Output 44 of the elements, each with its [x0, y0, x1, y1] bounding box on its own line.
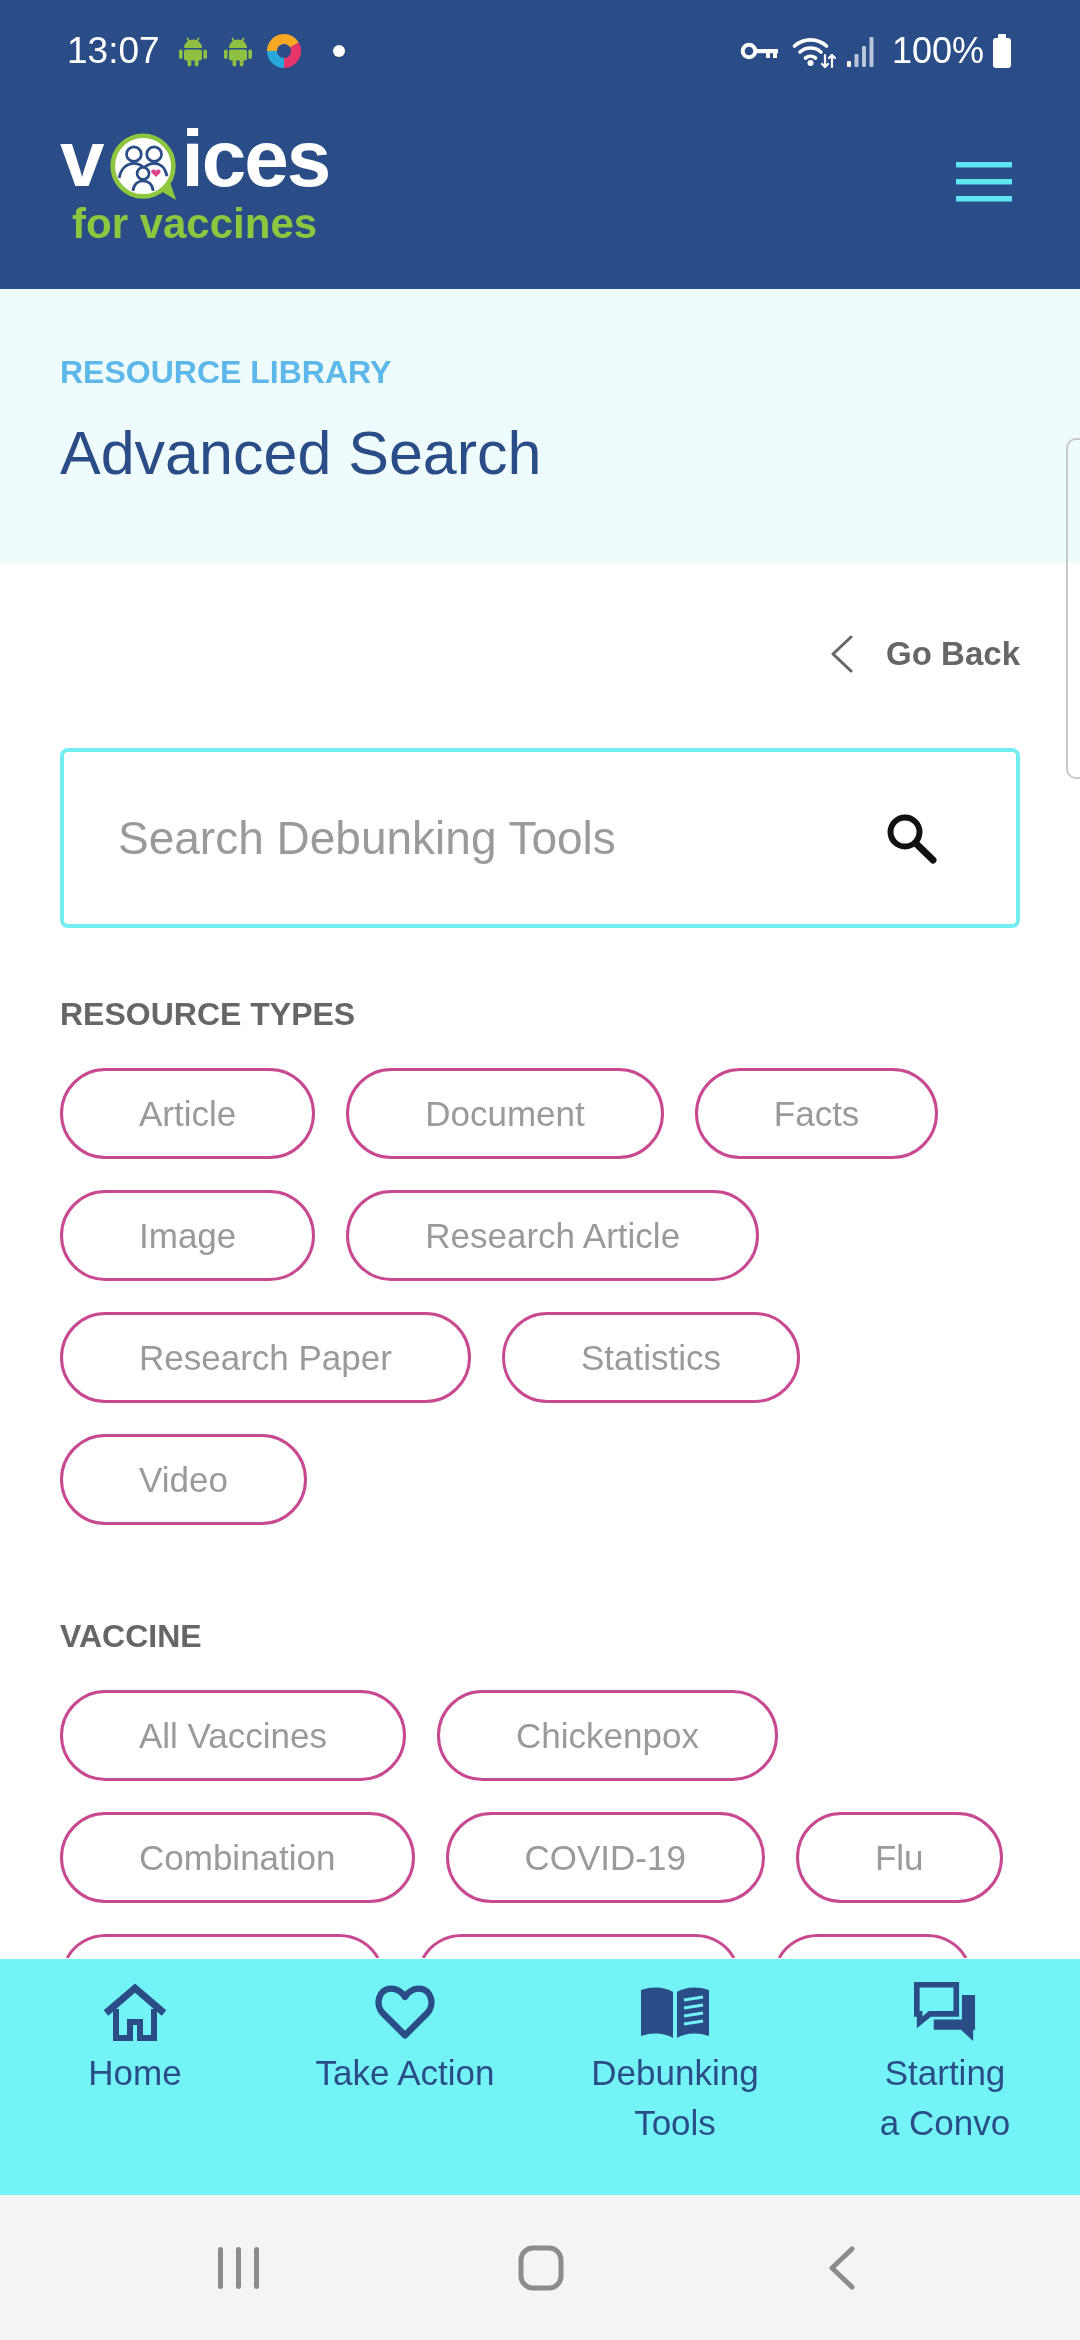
- filter-chip[interactable]: COVID-19: [445, 1812, 765, 1903]
- filter-chip[interactable]: Flu: [795, 1812, 1003, 1903]
- section-label: RESOURCE LIBRARY: [60, 353, 393, 392]
- app-icon: [265, 33, 302, 69]
- filter-chip[interactable]: Research Article: [346, 1190, 760, 1281]
- heart-icon[interactable]: [372, 1982, 438, 2042]
- go-back-link[interactable]: Go Back: [830, 634, 1020, 674]
- nav-item[interactable]: Starting a Convo: [845, 1981, 1045, 2148]
- filter-chip[interactable]: Document: [346, 1068, 664, 1159]
- filter-chip[interactable]: Combination: [60, 1812, 415, 1903]
- filter-chip[interactable]: Image: [60, 1190, 316, 1281]
- search-field[interactable]: Search Debunking Tools: [60, 748, 1020, 928]
- filter-chip[interactable]: Research Paper: [60, 1312, 471, 1403]
- home-button-icon[interactable]: [518, 2244, 564, 2291]
- nav-item[interactable]: Debunking Tools: [575, 1981, 775, 2148]
- edge-panel-handle[interactable]: [1066, 438, 1080, 779]
- logo-wordmark: v: [60, 118, 105, 199]
- filter-chip[interactable]: Article: [60, 1068, 316, 1159]
- menu-icon[interactable]: [956, 161, 1012, 202]
- chevron-left-icon[interactable]: [830, 635, 855, 673]
- key-icon: [739, 41, 778, 61]
- filter-chip[interactable]: All Vaccines: [60, 1690, 407, 1781]
- back-icon[interactable]: [828, 2245, 856, 2290]
- battery-icon: [991, 34, 1013, 68]
- filter-chip[interactable]: Statistics: [501, 1312, 800, 1403]
- android-icon: [222, 35, 253, 67]
- filter-chip[interactable]: Video: [60, 1434, 307, 1525]
- home-icon[interactable]: [101, 1982, 169, 2042]
- filter-chip[interactable]: Facts: [694, 1068, 939, 1159]
- section-heading: VACCINE: [60, 1617, 203, 1656]
- notification-dot-icon: [332, 45, 345, 57]
- nav-item[interactable]: Take Action: [315, 1981, 495, 2098]
- status-time: 13:07: [67, 29, 160, 73]
- logo-tagline: for vaccines: [72, 202, 319, 245]
- android-icon: [177, 35, 208, 67]
- filter-chip[interactable]: Chickenpox: [437, 1690, 778, 1781]
- nav-item[interactable]: Home: [88, 1981, 182, 2098]
- signal-icon: [845, 34, 876, 68]
- recent-apps-icon[interactable]: [217, 2245, 260, 2290]
- page-title: Advanced Search: [60, 418, 543, 488]
- battery-percent: 100%: [891, 29, 984, 73]
- chat-bubbles-icon[interactable]: [913, 1981, 977, 2043]
- section-heading: RESOURCE TYPES: [60, 995, 357, 1034]
- logo-wordmark: ices: [181, 118, 330, 199]
